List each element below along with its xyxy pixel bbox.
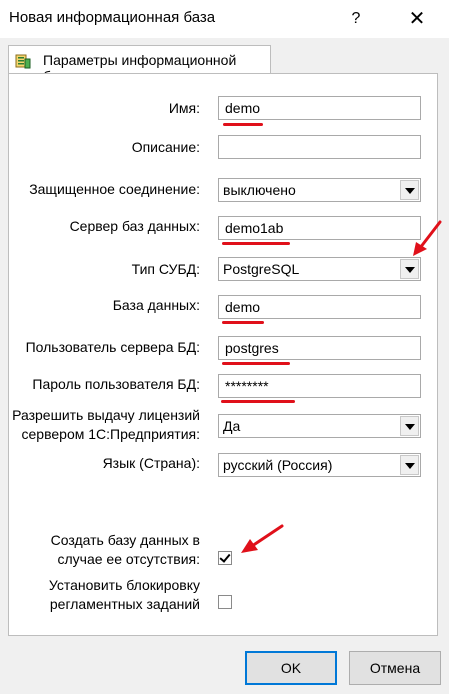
create-db-checkbox[interactable] <box>218 551 232 565</box>
create-db-label-line1: Создать базу данных в <box>50 532 200 548</box>
annotation-underline <box>223 123 263 126</box>
db-user-input[interactable]: postgres <box>218 336 421 360</box>
dialog-window: Новая информационная база ? ✕ Параметры … <box>0 0 449 694</box>
db-password-input[interactable]: ******** <box>218 374 421 398</box>
license-select[interactable]: Да <box>218 414 421 438</box>
description-input[interactable] <box>218 135 421 159</box>
name-input[interactable]: demo <box>218 96 421 120</box>
annotation-underline <box>221 400 295 403</box>
database-icon <box>15 54 31 69</box>
db-password-value: ******** <box>225 378 269 394</box>
db-user-label: Пользователь сервера БД: <box>25 339 200 355</box>
chevron-down-icon[interactable] <box>400 416 419 436</box>
annotation-arrow-icon <box>241 524 284 553</box>
ok-button[interactable]: OK <box>245 651 337 685</box>
title-bar: Новая информационная база ? ✕ <box>0 0 449 38</box>
license-label-line1: Разрешить выдачу лицензий <box>12 407 200 423</box>
secure-connection-value: выключено <box>223 182 296 198</box>
name-value: demo <box>225 100 261 116</box>
name-label: Имя: <box>168 100 200 116</box>
database-input[interactable]: demo <box>218 295 421 319</box>
chevron-down-icon[interactable] <box>400 259 419 279</box>
dbms-type-value: PostgreSQL <box>223 261 300 277</box>
chevron-down-icon[interactable] <box>400 180 419 200</box>
db-password-label: Пароль пользователя БД: <box>32 376 200 392</box>
chevron-down-icon[interactable] <box>400 455 419 475</box>
language-value: русский (Россия) <box>223 457 333 473</box>
dbms-type-select[interactable]: PostgreSQL <box>218 257 421 281</box>
secure-connection-select[interactable]: выключено <box>218 178 421 202</box>
dbms-type-label: Тип СУБД: <box>131 261 200 277</box>
window-title: Новая информационная база <box>9 9 216 26</box>
close-button[interactable]: ✕ <box>394 2 440 36</box>
language-label: Язык (Страна): <box>102 455 200 471</box>
license-value: Да <box>223 418 241 434</box>
description-label: Описание: <box>131 139 200 155</box>
annotation-arrow-icon <box>413 220 442 256</box>
db-user-value: postgres <box>225 340 279 356</box>
db-server-value: demo1ab <box>225 220 284 236</box>
create-db-label-line2: случае ее отсутствия: <box>57 551 200 567</box>
database-value: demo <box>225 299 261 315</box>
db-server-input[interactable]: demo1ab <box>218 216 421 240</box>
database-label: База данных: <box>112 297 200 313</box>
license-label-line2: сервером 1С:Предприятия: <box>21 426 200 442</box>
annotation-underline <box>222 321 264 324</box>
lock-tasks-label-line1: Установить блокировку <box>48 577 200 593</box>
cancel-button[interactable]: Отмена <box>349 651 441 685</box>
help-button[interactable]: ? <box>334 2 378 36</box>
annotation-underline <box>222 242 290 245</box>
annotation-underline <box>222 362 290 365</box>
checkmark-icon <box>219 551 231 563</box>
lock-tasks-checkbox[interactable] <box>218 595 232 609</box>
language-select[interactable]: русский (Россия) <box>218 453 421 477</box>
lock-tasks-label-line2: регламентных заданий <box>49 596 200 612</box>
db-server-label: Сервер баз данных: <box>69 218 200 234</box>
tab-parameters[interactable]: Параметры информационной базы <box>8 45 271 84</box>
secure-connection-label: Защищенное соединение: <box>29 181 200 197</box>
